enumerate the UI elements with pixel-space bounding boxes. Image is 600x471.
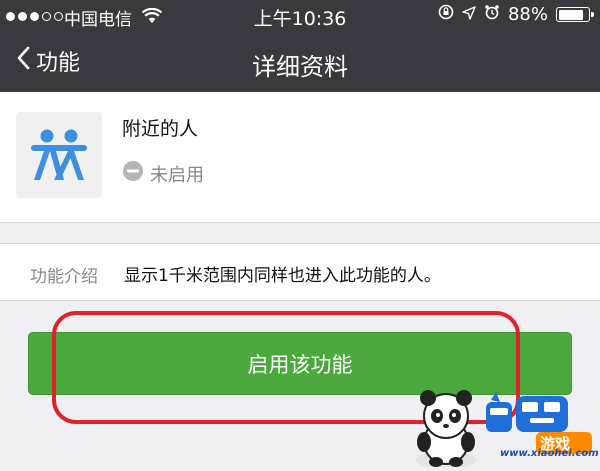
disabled-icon	[122, 160, 144, 187]
intro-text: 显示1千米范围内同样也进入此功能的人。	[124, 266, 441, 286]
battery-percent: 88%	[507, 4, 548, 25]
rotation-lock-icon	[438, 4, 454, 25]
battery-fill	[558, 9, 584, 20]
intro-label: 功能介绍	[30, 267, 98, 287]
panda-mascot-icon	[416, 390, 476, 469]
location-arrow-icon	[462, 4, 476, 25]
alarm-icon	[484, 4, 500, 25]
status-bar: 中国电信 上午10:36 88%	[0, 0, 600, 34]
feature-name: 附近的人	[122, 118, 199, 140]
people-nearby-icon	[16, 112, 102, 198]
watermark-url: www.xiaohei.com	[500, 448, 599, 459]
navigation-bar: 功能 详细资料	[0, 34, 600, 92]
feature-status: 未启用	[122, 160, 204, 187]
enable-feature-label: 启用该功能	[247, 352, 353, 377]
battery-icon	[556, 7, 594, 22]
brand-logo-mark: 游戏	[486, 392, 592, 454]
feature-profile-card: 附近的人 未启用	[0, 92, 600, 223]
feature-status-label: 未启用	[150, 164, 204, 186]
status-right: 88%	[438, 4, 594, 25]
feature-intro-row: 功能介绍 显示1千米范围内同样也进入此功能的人。	[0, 243, 600, 301]
page-title: 详细资料	[252, 53, 348, 81]
